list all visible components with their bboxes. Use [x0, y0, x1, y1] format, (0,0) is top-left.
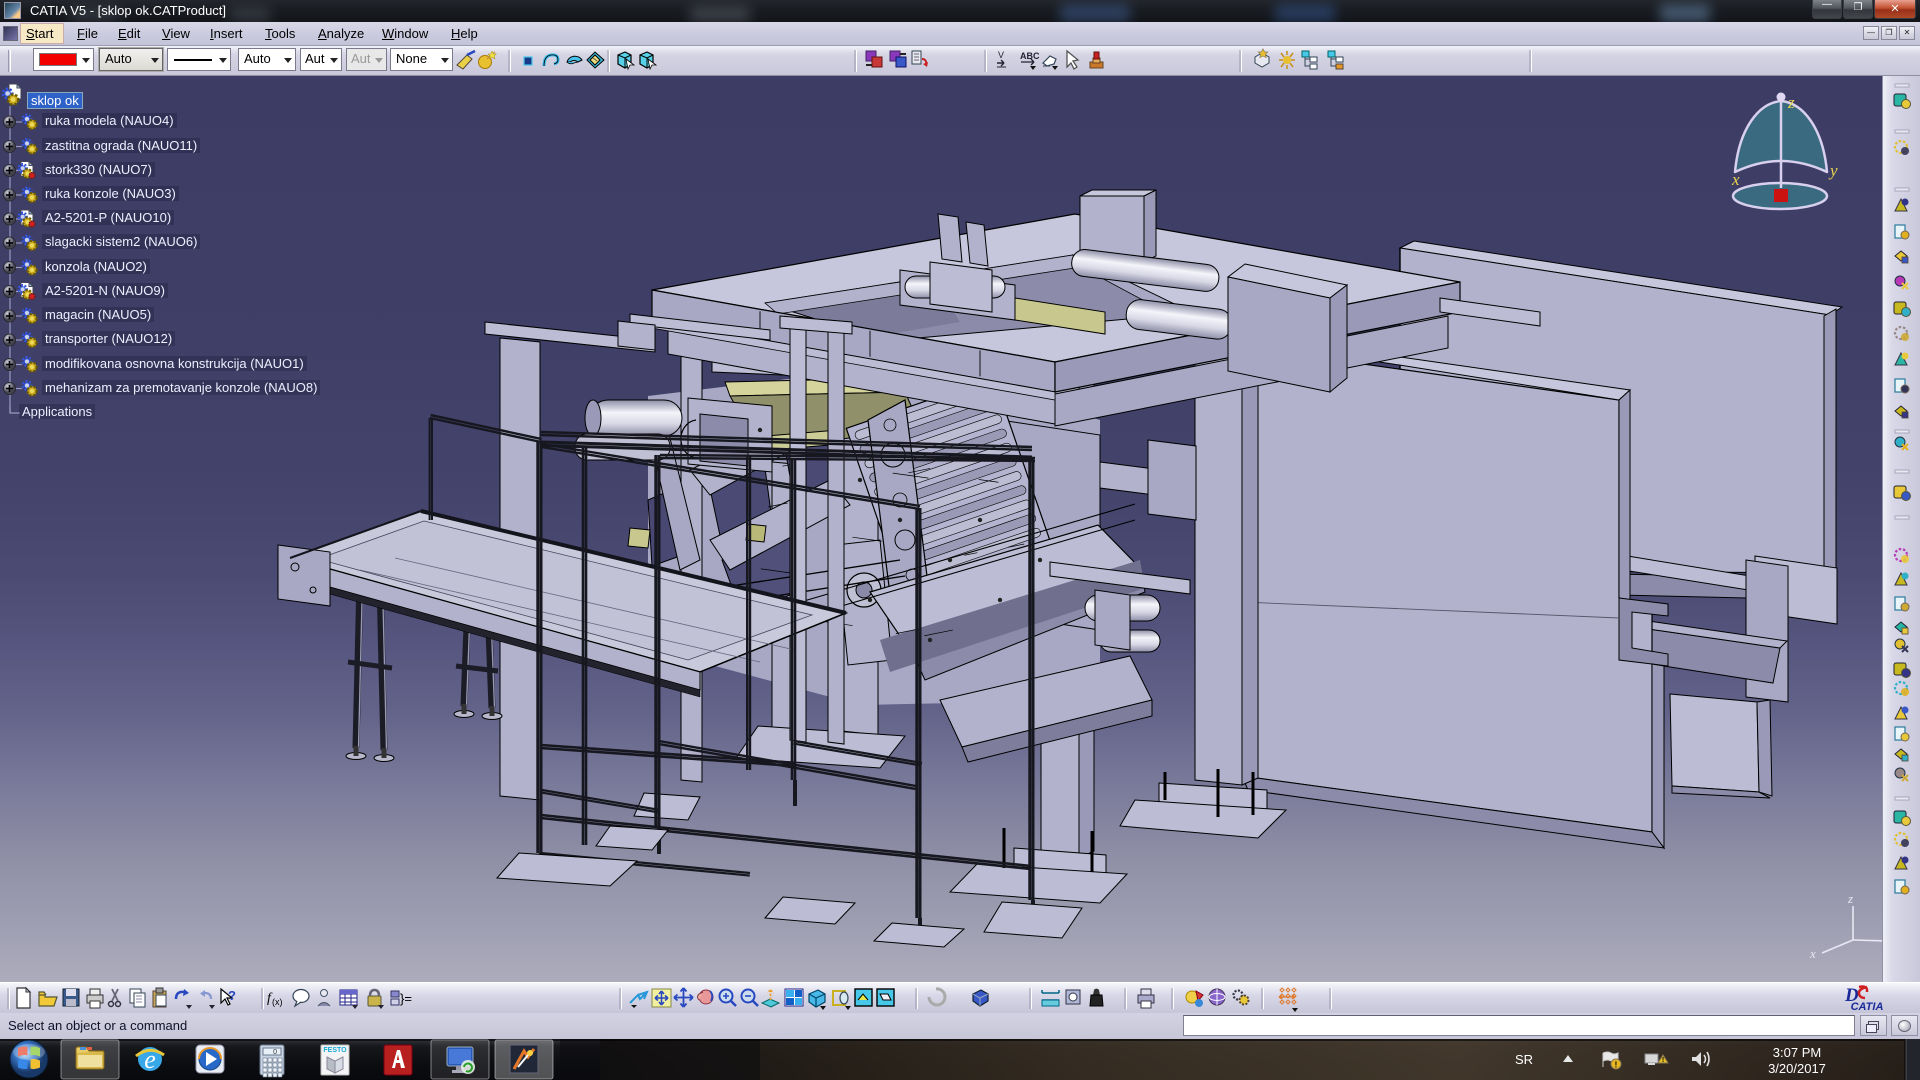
svg-text:3/20/2017: 3/20/2017 [1768, 1061, 1826, 1076]
svg-text:x: x [1809, 946, 1816, 961]
svg-text:z: z [1787, 93, 1795, 112]
svg-text:0: 0 [273, 1049, 277, 1056]
svg-text:x: x [1731, 170, 1740, 189]
svg-text:(x): (x) [272, 997, 283, 1007]
svg-text:y: y [1828, 161, 1838, 180]
svg-text:SR: SR [1515, 1052, 1533, 1067]
svg-text:}=: }= [400, 991, 412, 1006]
svg-text:CATIA: CATIA [1851, 1001, 1884, 1013]
svg-text:!: ! [1615, 1061, 1618, 1070]
svg-text:!: ! [1662, 1057, 1664, 1064]
svg-text:3:07 PM: 3:07 PM [1773, 1045, 1821, 1060]
svg-text:FESTO: FESTO [323, 1047, 347, 1054]
svg-text:V: V [998, 50, 1004, 60]
svg-text:z: z [1847, 891, 1853, 906]
svg-text:ABC: ABC [1020, 51, 1040, 61]
svg-text:?: ? [228, 988, 236, 1003]
